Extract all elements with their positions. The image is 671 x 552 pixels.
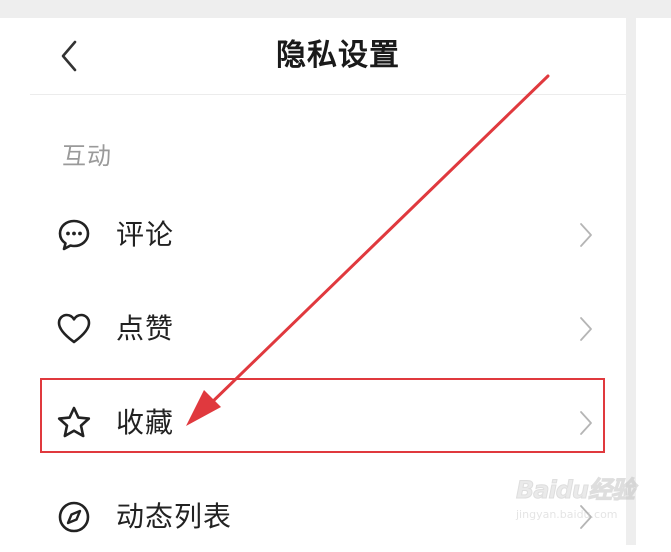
settings-item-label: 点赞	[116, 312, 175, 345]
chevron-left-icon	[61, 40, 77, 72]
top-gap	[0, 0, 671, 18]
section-title-interaction: 互动	[62, 142, 112, 170]
settings-item-favorites[interactable]: 收藏	[44, 388, 604, 458]
settings-item-activity-list[interactable]: 动态列表	[44, 482, 604, 552]
settings-item-likes[interactable]: 点赞	[44, 294, 604, 364]
star-icon	[56, 405, 92, 441]
settings-item-label: 动态列表	[116, 500, 233, 533]
chevron-right-icon	[574, 410, 598, 436]
back-button[interactable]	[50, 34, 90, 78]
page-title: 隐私设置	[276, 38, 400, 73]
chevron-right-icon	[574, 222, 598, 248]
chevron-right-icon	[574, 316, 598, 342]
comment-icon	[56, 217, 92, 253]
settings-item-label: 评论	[116, 218, 175, 251]
settings-item-comments[interactable]: 评论	[44, 200, 604, 270]
settings-item-label: 收藏	[116, 406, 175, 439]
heart-icon	[56, 311, 92, 347]
chevron-right-icon	[574, 504, 598, 530]
nav-header: 隐私设置	[30, 18, 626, 95]
right-edge-gap	[626, 18, 636, 545]
compass-icon	[56, 499, 92, 535]
